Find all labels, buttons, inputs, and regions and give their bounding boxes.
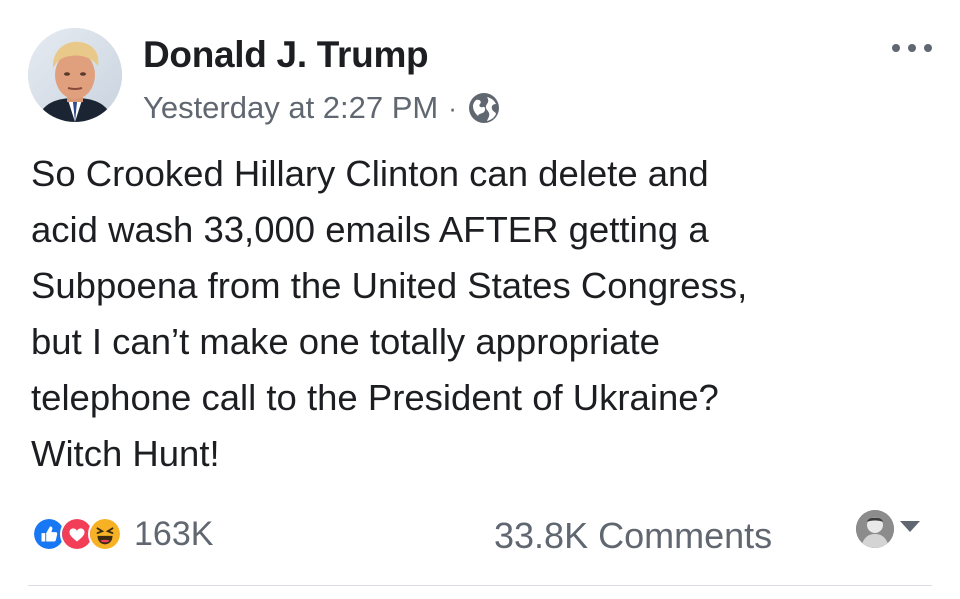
viewer-avatar[interactable] (856, 510, 894, 548)
haha-icon (88, 517, 122, 551)
post-meta: Yesterday at 2:27 PM · (143, 90, 501, 126)
meta-separator: · (448, 93, 457, 123)
globe-icon[interactable] (467, 91, 501, 125)
more-dot (908, 44, 916, 52)
divider (28, 585, 932, 586)
post-text: So Crooked Hillary Clinton can delete an… (31, 153, 748, 474)
post-timestamp[interactable]: Yesterday at 2:27 PM (143, 90, 438, 126)
author-avatar-image (28, 28, 122, 122)
reactions-summary[interactable]: 163K (32, 514, 213, 554)
author-name[interactable]: Donald J. Trump (143, 34, 429, 76)
reaction-count: 163K (134, 514, 214, 553)
post-card: Donald J. Trump Yesterday at 2:27 PM · S… (0, 0, 960, 599)
more-dot (924, 44, 932, 52)
more-dot (892, 44, 900, 52)
chevron-down-icon[interactable] (900, 521, 920, 532)
comments-count-link[interactable]: 33.8K Comments (494, 514, 772, 558)
reaction-icons (32, 517, 122, 551)
author-avatar[interactable] (28, 28, 122, 122)
more-options-button[interactable] (892, 36, 932, 60)
